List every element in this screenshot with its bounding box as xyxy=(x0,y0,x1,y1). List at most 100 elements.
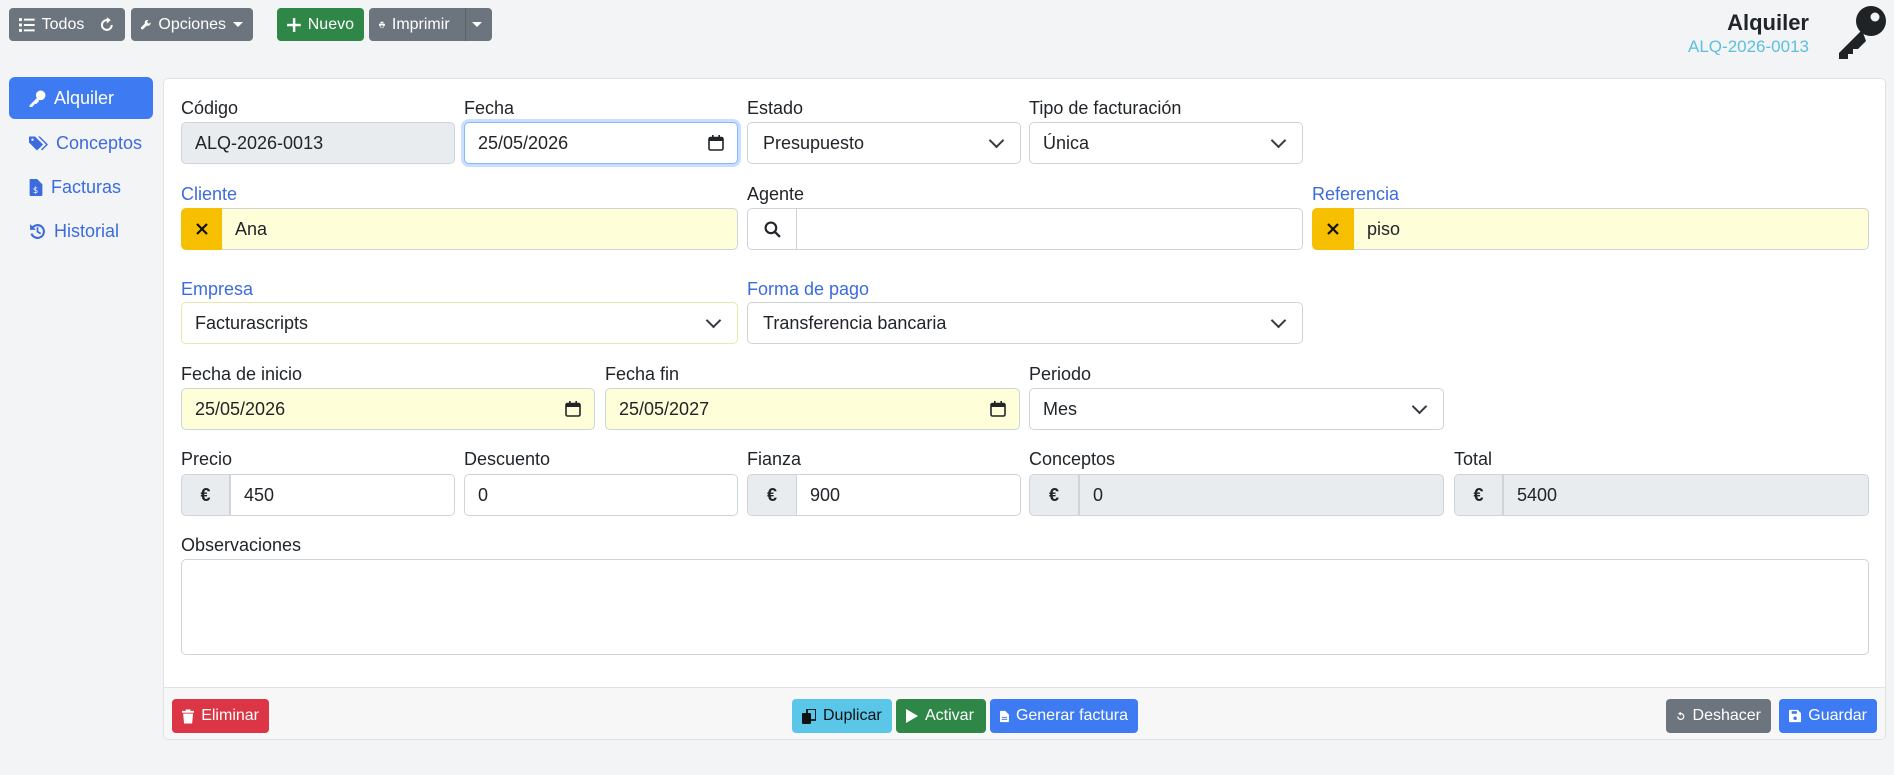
duplicate-button[interactable]: Duplicar xyxy=(792,699,892,733)
calendar-icon[interactable] xyxy=(565,401,581,417)
descuento-value: 0 xyxy=(478,484,489,505)
history-icon xyxy=(30,223,45,239)
key-icon xyxy=(29,90,46,107)
key-icon xyxy=(1839,6,1886,59)
calendar-icon[interactable] xyxy=(990,401,1006,417)
forma-pago-select[interactable]: Transferencia bancaria xyxy=(747,302,1303,344)
save-button[interactable]: Guardar xyxy=(1779,699,1877,733)
print-label: Imprimir xyxy=(391,15,450,33)
tipo-facturacion-select[interactable]: Única xyxy=(1029,122,1303,164)
fecha-inicio-value: 25/05/2026 xyxy=(195,398,286,419)
cliente-label[interactable]: Cliente xyxy=(181,184,237,205)
referencia-value: piso xyxy=(1367,218,1401,239)
precio-input[interactable]: 450 xyxy=(230,474,455,516)
cliente-value: Ana xyxy=(235,218,268,239)
generate-invoice-button[interactable]: Generar factura xyxy=(990,699,1138,733)
clear-referencia-button[interactable] xyxy=(1312,208,1354,250)
close-icon xyxy=(195,223,208,235)
undo-icon xyxy=(1677,711,1685,720)
file-icon xyxy=(1000,710,1009,722)
total-value: 5400 xyxy=(1517,484,1558,505)
trash-icon xyxy=(182,708,195,724)
delete-label: Eliminar xyxy=(201,707,259,724)
close-icon xyxy=(1327,223,1339,235)
currency-addon: € xyxy=(1454,474,1503,516)
chevron-down-icon xyxy=(705,312,722,328)
empresa-label[interactable]: Empresa xyxy=(181,279,253,300)
new-label: Nuevo xyxy=(307,15,354,33)
page-code: ALQ-2026-0013 xyxy=(1688,37,1809,56)
save-icon xyxy=(1789,709,1802,723)
list-all-label: Todos xyxy=(41,15,85,33)
list-icon xyxy=(19,17,35,32)
agente-input[interactable] xyxy=(796,208,1303,250)
codigo-value: ALQ-2026-0013 xyxy=(195,132,324,153)
plus-icon xyxy=(287,17,301,32)
forma-pago-value: Transferencia bancaria xyxy=(763,312,947,333)
periodo-value: Mes xyxy=(1043,398,1078,419)
descuento-input[interactable]: 0 xyxy=(464,474,738,516)
conceptos-label: Conceptos xyxy=(1029,449,1116,469)
sidebar-item-label: Conceptos xyxy=(56,132,143,153)
options-label: Opciones xyxy=(158,15,226,33)
activate-button[interactable]: Activar xyxy=(896,699,986,733)
fecha-inicio-input[interactable]: 25/05/2026 xyxy=(181,388,595,430)
precio-value: 450 xyxy=(244,484,275,505)
svg-text:$: $ xyxy=(33,185,38,195)
fecha-fin-value: 25/05/2027 xyxy=(619,398,710,419)
generate-invoice-label: Generar factura xyxy=(1015,707,1128,724)
search-agente-button[interactable] xyxy=(747,208,797,250)
codigo-label: Código xyxy=(181,98,239,118)
sidebar-item-conceptos[interactable]: Conceptos xyxy=(9,122,153,164)
chevron-down-icon[interactable] xyxy=(472,22,482,27)
chevron-down-icon xyxy=(1270,132,1287,148)
codigo-field: ALQ-2026-0013 xyxy=(181,122,455,164)
sidebar-item-facturas[interactable]: $ Facturas xyxy=(9,166,153,208)
total-label: Total xyxy=(1454,449,1493,469)
agente-label: Agente xyxy=(747,184,805,204)
descuento-label: Descuento xyxy=(464,449,551,469)
options-dropdown-button[interactable]: Opciones xyxy=(131,8,253,41)
estado-select[interactable]: Presupuesto xyxy=(747,122,1021,164)
delete-button[interactable]: Eliminar xyxy=(172,699,269,733)
duplicate-label: Duplicar xyxy=(823,707,882,724)
cliente-input[interactable]: Ana xyxy=(222,208,738,250)
referencia-label[interactable]: Referencia xyxy=(1312,184,1399,205)
fecha-fin-input[interactable]: 25/05/2027 xyxy=(605,388,1020,430)
print-icon xyxy=(379,21,385,28)
fecha-input[interactable]: 25/05/2026 xyxy=(464,122,738,164)
tags-icon xyxy=(29,136,48,150)
currency-addon: € xyxy=(747,474,797,516)
fecha-inicio-label: Fecha de inicio xyxy=(181,364,303,384)
new-button[interactable]: Nuevo xyxy=(277,8,364,41)
refresh-icon[interactable] xyxy=(99,16,115,33)
tipo-facturacion-label: Tipo de facturación xyxy=(1029,98,1182,118)
sidebar-item-alquiler[interactable]: Alquiler xyxy=(9,77,153,119)
periodo-select[interactable]: Mes xyxy=(1029,388,1444,430)
wrench-icon xyxy=(141,20,151,30)
forma-pago-label[interactable]: Forma de pago xyxy=(747,279,869,300)
invoice-icon: $ xyxy=(29,178,43,196)
sidebar-item-label: Facturas xyxy=(51,176,122,197)
undo-button[interactable]: Deshacer xyxy=(1666,699,1771,733)
play-icon xyxy=(906,709,918,723)
clear-cliente-button[interactable] xyxy=(181,208,222,250)
page-title: Alquiler xyxy=(1727,10,1809,35)
print-button[interactable]: Imprimir xyxy=(369,8,492,41)
observaciones-label: Observaciones xyxy=(181,535,302,555)
observaciones-textarea[interactable] xyxy=(181,559,1869,655)
sidebar-item-label: Alquiler xyxy=(54,87,115,108)
sidebar-item-label: Historial xyxy=(54,220,120,241)
sidebar-item-historial[interactable]: Historial xyxy=(9,210,153,252)
list-all-button[interactable]: Todos xyxy=(9,8,125,41)
fianza-input[interactable]: 900 xyxy=(796,474,1021,516)
referencia-input[interactable]: piso xyxy=(1354,208,1869,250)
chevron-down-icon xyxy=(1411,398,1428,414)
calendar-icon[interactable] xyxy=(708,135,724,151)
conceptos-field: 0 xyxy=(1079,474,1444,516)
currency-addon: € xyxy=(181,474,230,516)
fianza-value: 900 xyxy=(810,484,841,505)
empresa-select[interactable]: Facturascripts xyxy=(181,302,738,344)
fianza-label: Fianza xyxy=(747,449,802,469)
tipo-facturacion-value: Única xyxy=(1043,132,1090,153)
